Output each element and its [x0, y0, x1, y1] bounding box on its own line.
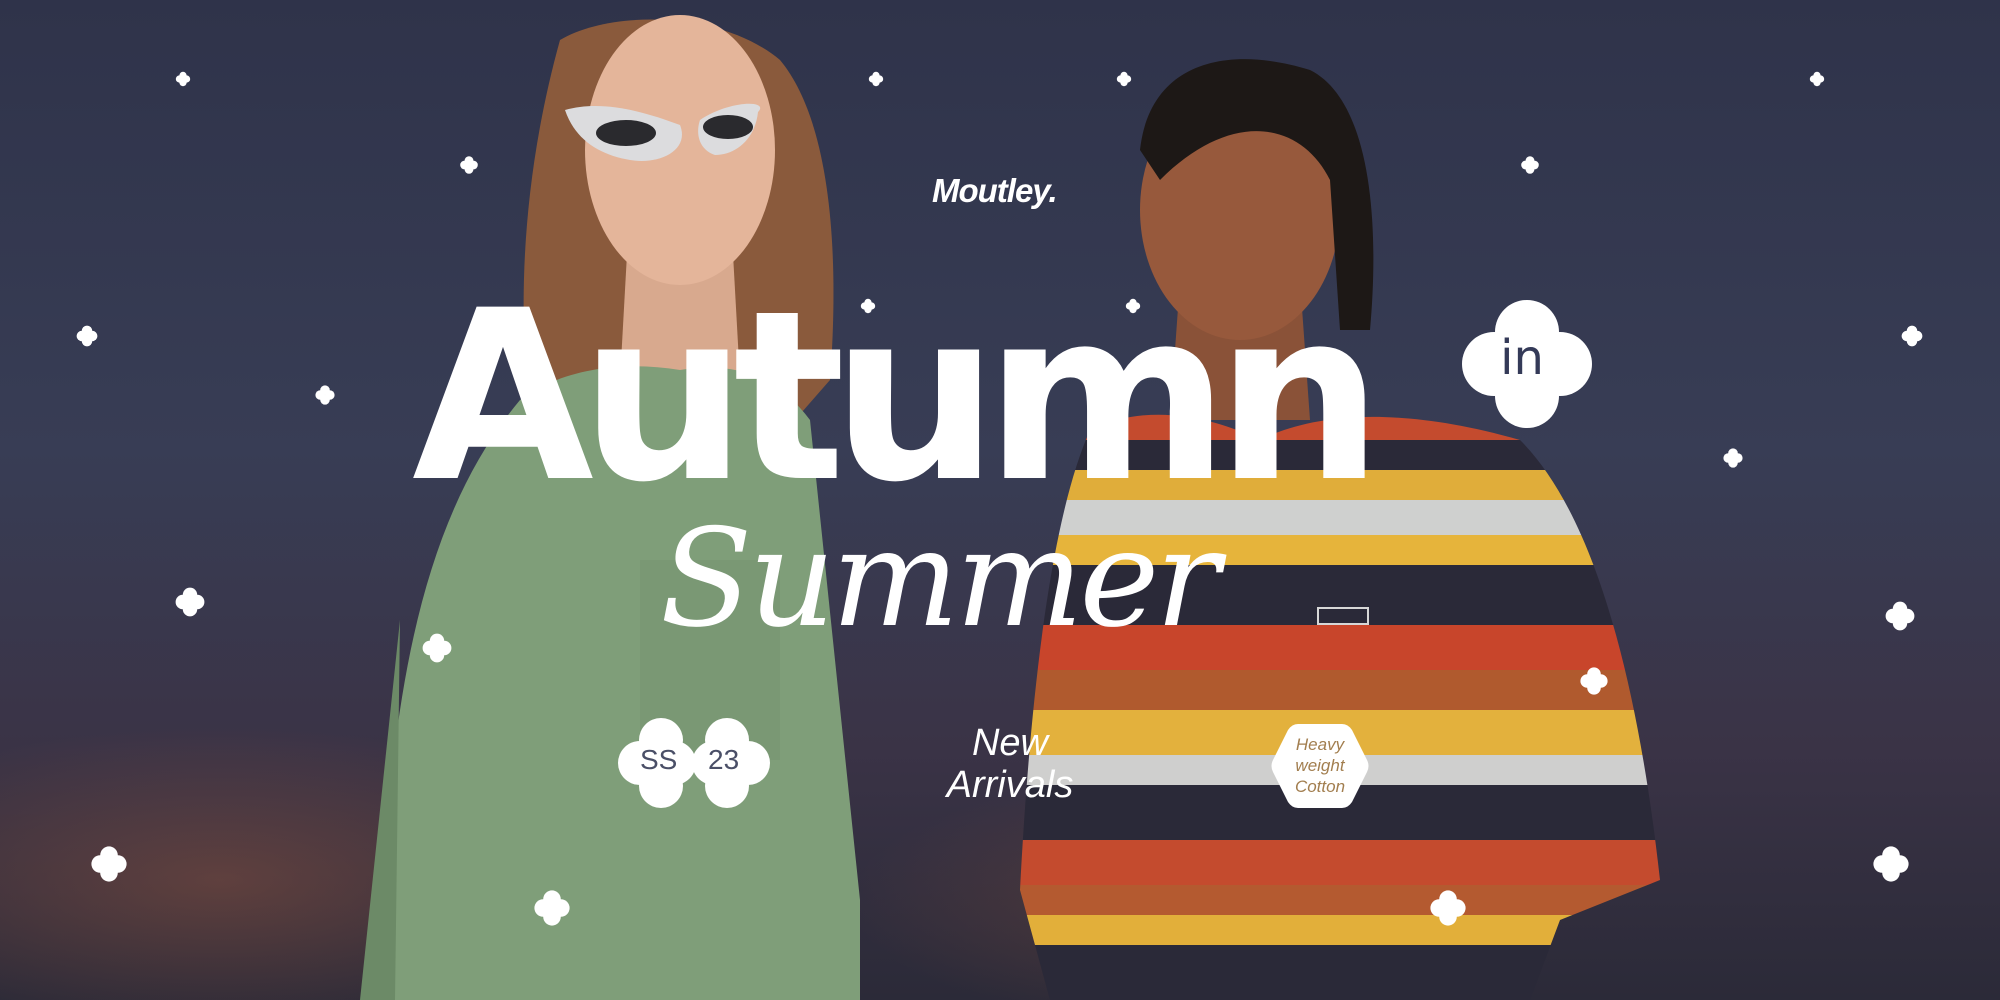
- four-petal-sparkle-icon: [315, 385, 335, 405]
- in-cloud-badge: in: [1462, 300, 1592, 430]
- four-petal-sparkle-icon: [175, 71, 191, 87]
- four-petal-sparkle-icon: [175, 587, 205, 617]
- four-petal-sparkle-icon: [1521, 156, 1539, 174]
- four-petal-sparkle-icon: [1723, 448, 1743, 468]
- four-petal-sparkle-icon: [1125, 298, 1141, 314]
- four-petal-sparkle-icon: [1885, 601, 1915, 631]
- season-year: 23: [708, 744, 740, 775]
- four-petal-sparkle-icon: [860, 298, 876, 314]
- brand-logo: Moutley.: [932, 172, 1058, 209]
- in-connector-text: in: [1500, 330, 1544, 386]
- four-petal-sparkle-icon: [76, 325, 98, 347]
- fabric-line-2: weight: [1295, 756, 1345, 775]
- four-petal-sparkle-icon: [1901, 325, 1923, 347]
- arrivals-line-1: New: [971, 722, 1049, 764]
- four-petal-sparkle-icon: [868, 71, 884, 87]
- four-petal-sparkle-icon: [91, 846, 127, 882]
- arrivals-line-2: Arrivals: [946, 764, 1074, 806]
- new-arrivals-text: New Arrivals: [930, 722, 1090, 806]
- season-badge: SS 23: [616, 718, 772, 808]
- four-petal-sparkle-icon: [1873, 846, 1909, 882]
- four-petal-sparkle-icon: [1430, 890, 1466, 926]
- four-petal-sparkle-icon: [422, 633, 452, 663]
- four-petal-sparkle-icon: [1809, 71, 1825, 87]
- fabric-text: Heavy weight Cotton: [1270, 734, 1370, 797]
- fabric-line-3: Cotton: [1294, 777, 1346, 796]
- four-petal-sparkle-icon: [460, 156, 478, 174]
- hero-banner: Moutley. Autumn in Summer SS 23 New Arri…: [0, 0, 2000, 1000]
- four-petal-sparkle-icon: [1580, 667, 1608, 695]
- headline-summer-script: Summer: [660, 500, 1220, 657]
- four-petal-sparkle-icon: [1116, 71, 1132, 87]
- headline-autumn: Autumn: [412, 261, 1383, 534]
- fabric-badge: Heavy weight Cotton: [1270, 720, 1370, 812]
- four-petal-sparkle-icon: [534, 890, 570, 926]
- fabric-line-1: Heavy: [1295, 735, 1345, 754]
- season-code: SS: [640, 744, 678, 775]
